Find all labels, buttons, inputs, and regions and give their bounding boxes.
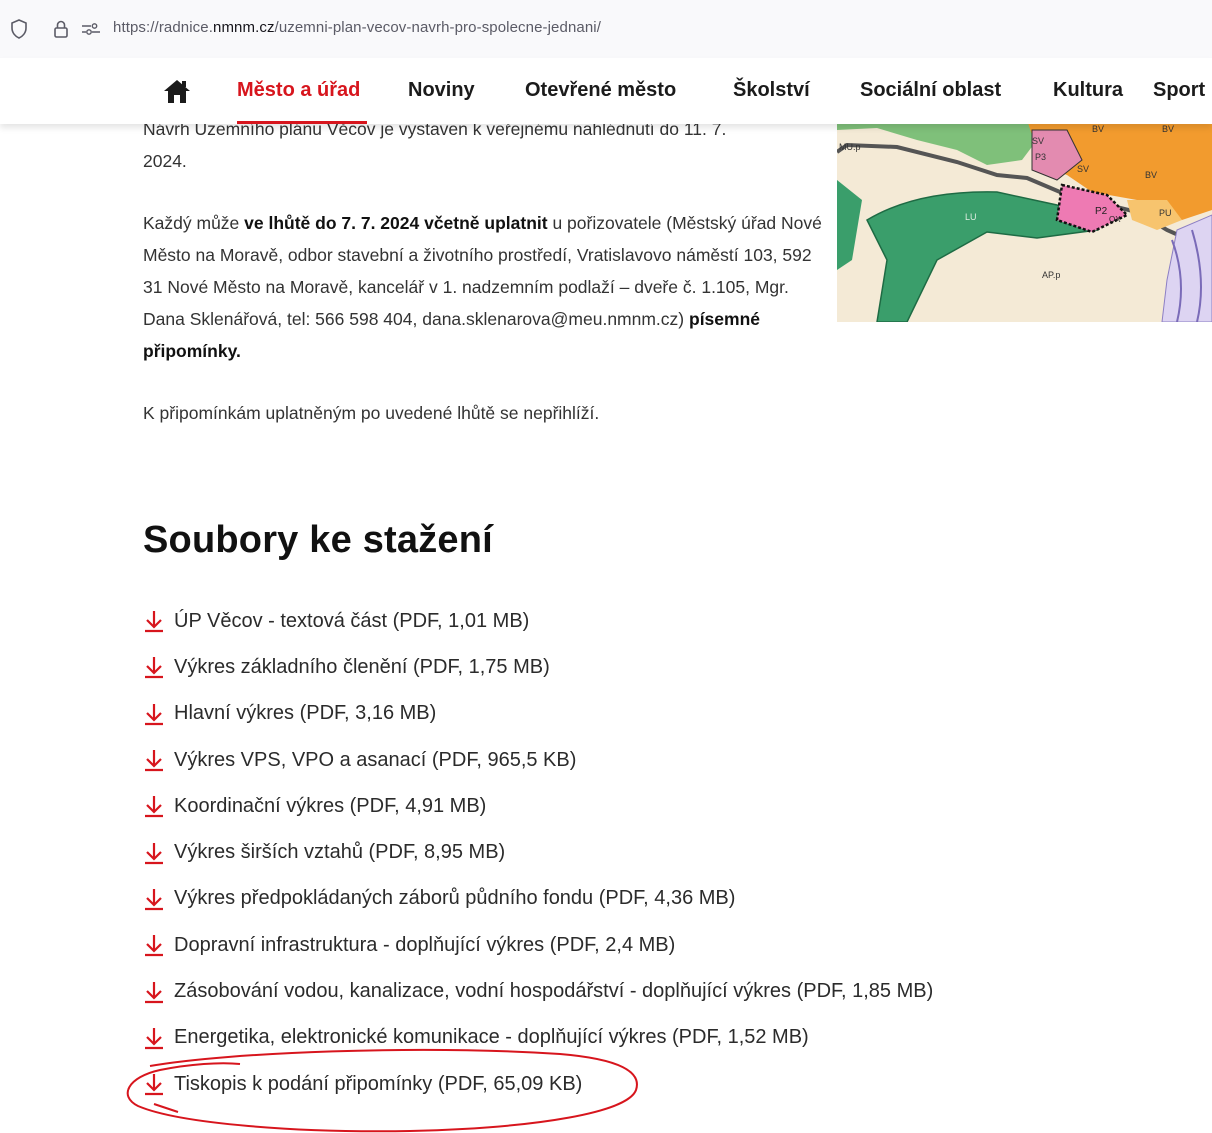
download-arrow-icon (143, 793, 165, 819)
download-link[interactable]: Výkres předpokládaných záborů půdního fo… (143, 876, 933, 922)
p2-text-a: Každý může (143, 213, 245, 233)
download-link[interactable]: Výkres širších vztahů (PDF, 8,95 MB) (143, 829, 933, 875)
download-link[interactable]: ÚP Věcov - textová část (PDF, 1,01 MB) (143, 598, 933, 644)
svg-text:LU: LU (965, 212, 977, 222)
svg-text:PU: PU (1159, 208, 1172, 218)
download-link-label: Výkres VPS, VPO a asanací (PDF, 965,5 KB… (174, 748, 577, 771)
download-arrow-icon (143, 747, 165, 773)
svg-text:BV: BV (1092, 124, 1104, 134)
land-use-map-image[interactable]: BV BV SV P3 SV BV P2 OX PU LU AP.p MU.p (837, 120, 1212, 322)
download-arrow-icon (143, 886, 165, 912)
download-arrow-icon (143, 608, 165, 634)
nav-item-kultura[interactable]: Kultura (1053, 79, 1123, 102)
download-arrow-icon (143, 1025, 165, 1051)
browser-url-bar: https://radnice.nmnm.cz/uzemni-plan-veco… (0, 0, 1212, 59)
download-link-label: ÚP Věcov - textová část (PDF, 1,01 MB) (174, 609, 530, 632)
downloads-heading: Soubory ke stažení (143, 519, 493, 561)
svg-text:BV: BV (1145, 170, 1157, 180)
download-link-label: Koordinační výkres (PDF, 4,91 MB) (174, 794, 487, 817)
download-link[interactable]: Tiskopis k podání připomínky (PDF, 65,09… (143, 1061, 933, 1107)
site-navigation: Město a úřad Noviny Otevřené město Škols… (0, 58, 1212, 124)
url-field[interactable]: https://radnice.nmnm.cz/uzemni-plan-veco… (113, 19, 601, 36)
svg-text:SV: SV (1077, 164, 1089, 174)
svg-text:MU.p: MU.p (839, 142, 861, 152)
download-link-label: Energetika, elektronické komunikace - do… (174, 1026, 809, 1049)
svg-text:BV: BV (1162, 124, 1174, 134)
nav-item-sport[interactable]: Sport (1153, 79, 1205, 102)
nav-item-skolstvi[interactable]: Školství (733, 79, 810, 102)
svg-text:P2: P2 (1095, 206, 1108, 217)
p2-bold-deadline: ve lhůtě do 7. 7. 2024 včetně uplatnit (244, 213, 548, 233)
permissions-icon[interactable] (80, 18, 102, 40)
download-link-label: Tiskopis k podání připomínky (PDF, 65,09… (174, 1072, 583, 1095)
nav-item-otevrene-mesto[interactable]: Otevřené město (525, 79, 676, 102)
map-drawing: BV BV SV P3 SV BV P2 OX PU LU AP.p MU.p (837, 120, 1212, 322)
url-prefix: https://radnice. (113, 19, 213, 36)
download-link[interactable]: Energetika, elektronické komunikace - do… (143, 1015, 933, 1061)
download-arrow-icon (143, 701, 165, 727)
download-link[interactable]: Dopravní infrastruktura - doplňující výk… (143, 922, 933, 968)
p3-text: K připomínkám uplatněným po uvedené lhůt… (143, 403, 600, 423)
download-arrow-icon (143, 979, 165, 1005)
download-link[interactable]: Hlavní výkres (PDF, 3,16 MB) (143, 691, 933, 737)
download-link-label: Výkres širších vztahů (PDF, 8,95 MB) (174, 841, 506, 864)
late-comments-paragraph: K připomínkám uplatněným po uvedené lhůt… (143, 397, 833, 429)
download-link-label: Výkres základního členění (PDF, 1,75 MB) (174, 655, 550, 678)
download-arrow-icon (143, 1071, 165, 1097)
downloads-list: ÚP Věcov - textová část (PDF, 1,01 MB) Vý… (143, 598, 933, 1107)
download-link-label: Hlavní výkres (PDF, 3,16 MB) (174, 702, 437, 725)
download-link-label: Výkres předpokládaných záborů půdního fo… (174, 887, 736, 910)
svg-text:OX: OX (1109, 215, 1121, 224)
download-link-label: Dopravní infrastruktura - doplňující výk… (174, 933, 676, 956)
active-nav-underline (237, 121, 367, 124)
home-icon[interactable] (163, 78, 191, 104)
svg-text:AP.p: AP.p (1042, 270, 1060, 280)
shield-icon[interactable] (8, 18, 30, 40)
submission-paragraph: Každý může ve lhůtě do 7. 7. 2024 včetně… (143, 207, 823, 367)
download-link[interactable]: Zásobování vodou, kanalizace, vodní hosp… (143, 968, 933, 1014)
download-link-label: Zásobování vodou, kanalizace, vodní hosp… (174, 980, 934, 1003)
download-link[interactable]: Koordinační výkres (PDF, 4,91 MB) (143, 783, 933, 829)
url-path: /uzemni-plan-vecov-navrh-pro-spolecne-je… (274, 19, 601, 36)
nav-item-mesto-a-urad[interactable]: Město a úřad (237, 79, 360, 102)
svg-text:P3: P3 (1035, 152, 1046, 162)
url-domain: nmnm.cz (213, 19, 275, 36)
svg-text:SV: SV (1032, 136, 1044, 146)
download-arrow-icon (143, 654, 165, 680)
nav-item-noviny[interactable]: Noviny (408, 79, 475, 102)
download-link[interactable]: Výkres základního členění (PDF, 1,75 MB) (143, 644, 933, 690)
intro-end-text: 2024. (143, 151, 187, 171)
download-link[interactable]: Výkres VPS, VPO a asanací (PDF, 965,5 KB… (143, 737, 933, 783)
lock-icon[interactable] (50, 18, 72, 40)
download-arrow-icon (143, 840, 165, 866)
download-arrow-icon (143, 932, 165, 958)
nav-item-socialni-oblast[interactable]: Sociální oblast (860, 79, 1001, 102)
